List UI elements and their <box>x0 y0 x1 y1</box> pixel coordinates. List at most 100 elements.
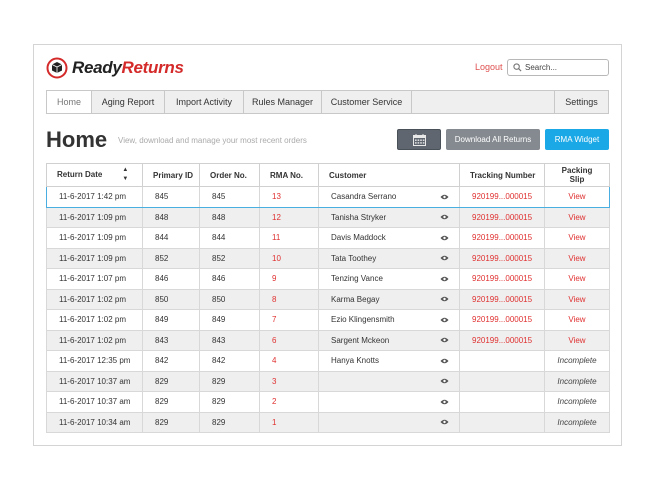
calendar-icon <box>412 133 426 146</box>
tab-import-activity[interactable]: Import Activity <box>165 91 244 113</box>
cell-return-date: 11-6-2017 12:35 pm <box>46 350 143 372</box>
cell-tracking-number[interactable]: 920199...000015 <box>459 268 545 290</box>
customer-name: Karma Begay <box>331 294 380 304</box>
cell-rma-no: 2 <box>259 391 319 413</box>
customer-cell-content: Sargent Mckeon <box>331 336 459 345</box>
cell-return-date: 11-6-2017 1:02 pm <box>46 309 143 331</box>
eye-icon[interactable] <box>440 419 449 425</box>
logo-ready: Ready <box>72 58 122 77</box>
cell-order-no: 846 <box>199 268 260 290</box>
cell-return-date: 11-6-2017 1:02 pm <box>46 329 143 351</box>
cell-primary-id: 843 <box>142 329 200 351</box>
table-row[interactable]: 11-6-2017 1:02 pm 850 850 8 Karma Begay 92019… <box>46 288 610 310</box>
customer-cell-content <box>331 399 459 405</box>
table-row[interactable]: 11-6-2017 10:34 am 829 829 1 Incomplete <box>46 411 610 433</box>
tab-settings[interactable]: Settings <box>555 91 608 113</box>
cell-packing-slip[interactable]: View <box>544 329 610 351</box>
table-row[interactable]: 11-6-2017 12:35 pm 842 842 4 Hanya Knotts Inc… <box>46 350 610 372</box>
table-row[interactable]: 11-6-2017 1:07 pm 846 846 9 Tenzing Vance 920… <box>46 268 610 290</box>
cell-packing-slip[interactable]: View <box>544 268 610 290</box>
cell-return-date: 11-6-2017 1:09 pm <box>46 247 143 269</box>
eye-icon[interactable] <box>440 378 449 384</box>
cell-tracking-number[interactable]: 920199...000015 <box>459 309 545 331</box>
col-tracking-number[interactable]: Tracking Number <box>459 163 545 187</box>
table-row[interactable]: 11-6-2017 1:09 pm 844 844 11 Davis Maddock 92… <box>46 227 610 249</box>
customer-cell-content: Tenzing Vance <box>331 274 459 283</box>
cell-packing-slip[interactable]: View <box>544 309 610 331</box>
table-row[interactable]: 11-6-2017 10:37 am 829 829 3 Incomplete <box>46 370 610 392</box>
customer-name: Tanisha Stryker <box>331 212 387 222</box>
search-box[interactable] <box>507 59 609 76</box>
tab-aging-report[interactable]: Aging Report <box>92 91 165 113</box>
cell-order-no: 829 <box>199 370 260 392</box>
table-row[interactable]: 11-6-2017 10:37 am 829 829 2 Incomplete <box>46 391 610 413</box>
cell-tracking-number[interactable]: 920199...000015 <box>459 206 545 228</box>
cell-tracking-number[interactable]: 920199...000015 <box>459 288 545 310</box>
eye-icon[interactable] <box>440 337 449 343</box>
cell-rma-no: 6 <box>259 329 319 351</box>
table-row[interactable]: 11-6-2017 1:09 pm 848 848 12 Tanisha Stryker… <box>46 206 610 228</box>
cell-packing-slip[interactable]: View <box>544 186 610 208</box>
eye-icon[interactable] <box>440 255 449 261</box>
tab-rules-manager[interactable]: Rules Manager <box>244 91 322 113</box>
download-all-returns-button[interactable]: Download All Returns <box>446 129 540 150</box>
customer-cell-content: Casandra Serrano <box>331 192 459 201</box>
logo-returns: Returns <box>121 58 184 77</box>
logout-link[interactable]: Logout <box>475 62 503 72</box>
cell-return-date: 11-6-2017 1:42 pm <box>46 186 143 208</box>
col-order-no[interactable]: Order No. <box>199 163 260 187</box>
cell-packing-slip[interactable]: View <box>544 227 610 249</box>
customer-cell-content <box>331 419 459 425</box>
col-packing-slip[interactable]: Packing Slip <box>544 163 610 187</box>
cell-packing-slip[interactable]: View <box>544 206 610 228</box>
eye-icon[interactable] <box>440 358 449 364</box>
cell-packing-slip[interactable]: View <box>544 247 610 269</box>
cell-rma-no: 10 <box>259 247 319 269</box>
cell-tracking-number[interactable]: 920199...000015 <box>459 227 545 249</box>
cell-tracking-number[interactable]: 920199...000015 <box>459 329 545 351</box>
cell-order-no: 829 <box>199 411 260 433</box>
box-logo-icon <box>46 57 68 79</box>
table-row[interactable]: 11-6-2017 1:02 pm 843 843 6 Sargent Mckeon 92… <box>46 329 610 351</box>
cell-customer: Tenzing Vance <box>318 268 460 290</box>
eye-icon[interactable] <box>440 235 449 241</box>
col-primary-id[interactable]: Primary ID <box>142 163 200 187</box>
cell-tracking-number <box>459 370 545 392</box>
rma-widget-button[interactable]: RMA Widget <box>545 129 609 150</box>
customer-name: Ezio Klingensmith <box>331 315 395 325</box>
tab-home[interactable]: Home <box>47 91 92 113</box>
customer-name: Sargent Mckeon <box>331 335 390 345</box>
cell-rma-no: 3 <box>259 370 319 392</box>
eye-icon[interactable] <box>440 194 449 200</box>
cell-customer: Ezio Klingensmith <box>318 309 460 331</box>
table-row[interactable]: 11-6-2017 1:42 pm 845 845 13 Casandra Serran… <box>46 186 610 208</box>
cell-rma-no: 12 <box>259 206 319 228</box>
main-tabs: Home Aging Report Import Activity Rules … <box>46 90 609 114</box>
sort-arrow-icon[interactable]: ▲ ▼ <box>122 166 128 184</box>
calendar-button[interactable] <box>397 129 441 150</box>
cell-primary-id: 829 <box>142 370 200 392</box>
cell-customer <box>318 370 460 392</box>
cell-order-no: 842 <box>199 350 260 372</box>
search-input[interactable] <box>525 63 601 72</box>
eye-icon[interactable] <box>440 276 449 282</box>
table-row[interactable]: 11-6-2017 1:09 pm 852 852 10 Tata Toothey 920… <box>46 247 610 269</box>
cell-packing-slip[interactable]: View <box>544 288 610 310</box>
cell-rma-no: 1 <box>259 411 319 433</box>
eye-icon[interactable] <box>440 214 449 220</box>
eye-icon[interactable] <box>440 317 449 323</box>
eye-icon[interactable] <box>440 399 449 405</box>
cell-primary-id: 829 <box>142 391 200 413</box>
customer-name: Tata Toothey <box>331 253 377 263</box>
cell-customer: Tata Toothey <box>318 247 460 269</box>
col-return-date[interactable]: Return Date ▲ ▼ <box>46 163 143 187</box>
cell-tracking-number[interactable]: 920199...000015 <box>459 186 545 208</box>
eye-icon[interactable] <box>440 296 449 302</box>
cell-primary-id: 829 <box>142 411 200 433</box>
table-row[interactable]: 11-6-2017 1:02 pm 849 849 7 Ezio Klingensmit… <box>46 309 610 331</box>
cell-primary-id: 844 <box>142 227 200 249</box>
tab-customer-service[interactable]: Customer Service <box>322 91 412 113</box>
col-customer[interactable]: Customer <box>318 163 460 187</box>
col-rma-no[interactable]: RMA No. <box>259 163 319 187</box>
cell-tracking-number[interactable]: 920199...000015 <box>459 247 545 269</box>
